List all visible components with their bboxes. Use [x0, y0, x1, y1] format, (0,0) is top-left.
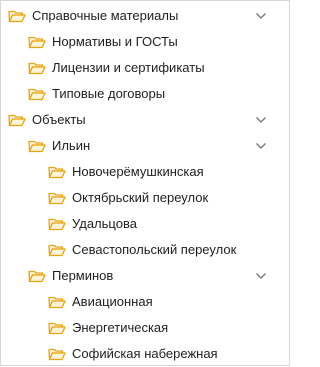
chevron-down-icon[interactable]: [254, 113, 268, 127]
folder-tree: Справочные материалы Нормативы и ГОСТы Л…: [1, 3, 289, 367]
tree-node-label: Объекты: [32, 112, 86, 127]
tree-node-udaltsova[interactable]: Удальцова: [1, 211, 289, 237]
tree-node-aviatsionnaya[interactable]: Авиационная: [1, 289, 289, 315]
folder-open-icon: [48, 322, 66, 335]
tree-node-label: Софийская набережная: [72, 346, 218, 361]
folder-open-icon: [28, 140, 46, 153]
tree-node-standards[interactable]: Нормативы и ГОСТы: [1, 29, 289, 55]
tree-node-label: Энергетическая: [72, 320, 169, 335]
folder-open-icon: [8, 10, 26, 23]
tree-node-label: Октябрьский переулок: [72, 190, 209, 205]
tree-node-energeticheskaya[interactable]: Энергетическая: [1, 315, 289, 341]
folder-open-icon: [28, 88, 46, 101]
tree-node-oktyabrsky-lane[interactable]: Октябрьский переулок: [1, 185, 289, 211]
folder-open-icon: [8, 114, 26, 127]
tree-node-licenses[interactable]: Лицензии и сертификаты: [1, 55, 289, 81]
chevron-down-icon[interactable]: [254, 269, 268, 283]
tree-node-label: Лицензии и сертификаты: [52, 60, 205, 75]
chevron-down-icon[interactable]: [254, 139, 268, 153]
folder-open-icon: [48, 218, 66, 231]
folder-open-icon: [48, 296, 66, 309]
folder-open-icon: [28, 62, 46, 75]
tree-node-perminov[interactable]: Перминов: [1, 263, 289, 289]
tree-node-label: Авиационная: [72, 294, 153, 309]
tree-node-label: Справочные материалы: [32, 8, 179, 23]
tree-node-label: Удальцова: [72, 216, 137, 231]
tree-node-label: Новочерёмушкинская: [72, 164, 204, 179]
tree-node-label: Перминов: [52, 268, 114, 283]
tree-node-label: Севастопольский переулок: [72, 242, 237, 257]
tree-node-novocheryomushkinskaya[interactable]: Новочерёмушкинская: [1, 159, 289, 185]
tree-node-reference-materials[interactable]: Справочные материалы: [1, 3, 289, 29]
folder-open-icon: [28, 36, 46, 49]
folder-open-icon: [48, 348, 66, 361]
tree-node-label: Типовые договоры: [52, 86, 166, 101]
folder-open-icon: [48, 192, 66, 205]
tree-node-ilyin[interactable]: Ильин: [1, 133, 289, 159]
folder-open-icon: [48, 244, 66, 257]
tree-node-label: Ильин: [52, 138, 91, 153]
tree-node-sevastopolsky-lane[interactable]: Севастопольский переулок: [1, 237, 289, 263]
tree-node-contracts[interactable]: Типовые договоры: [1, 81, 289, 107]
folder-tree-panel: Справочные материалы Нормативы и ГОСТы Л…: [0, 0, 290, 366]
chevron-down-icon[interactable]: [254, 9, 268, 23]
folder-open-icon: [28, 270, 46, 283]
tree-node-sofiyskaya-embankment[interactable]: Софийская набережная: [1, 341, 289, 367]
tree-node-label: Нормативы и ГОСТы: [52, 34, 178, 49]
tree-node-objects[interactable]: Объекты: [1, 107, 289, 133]
folder-open-icon: [48, 166, 66, 179]
